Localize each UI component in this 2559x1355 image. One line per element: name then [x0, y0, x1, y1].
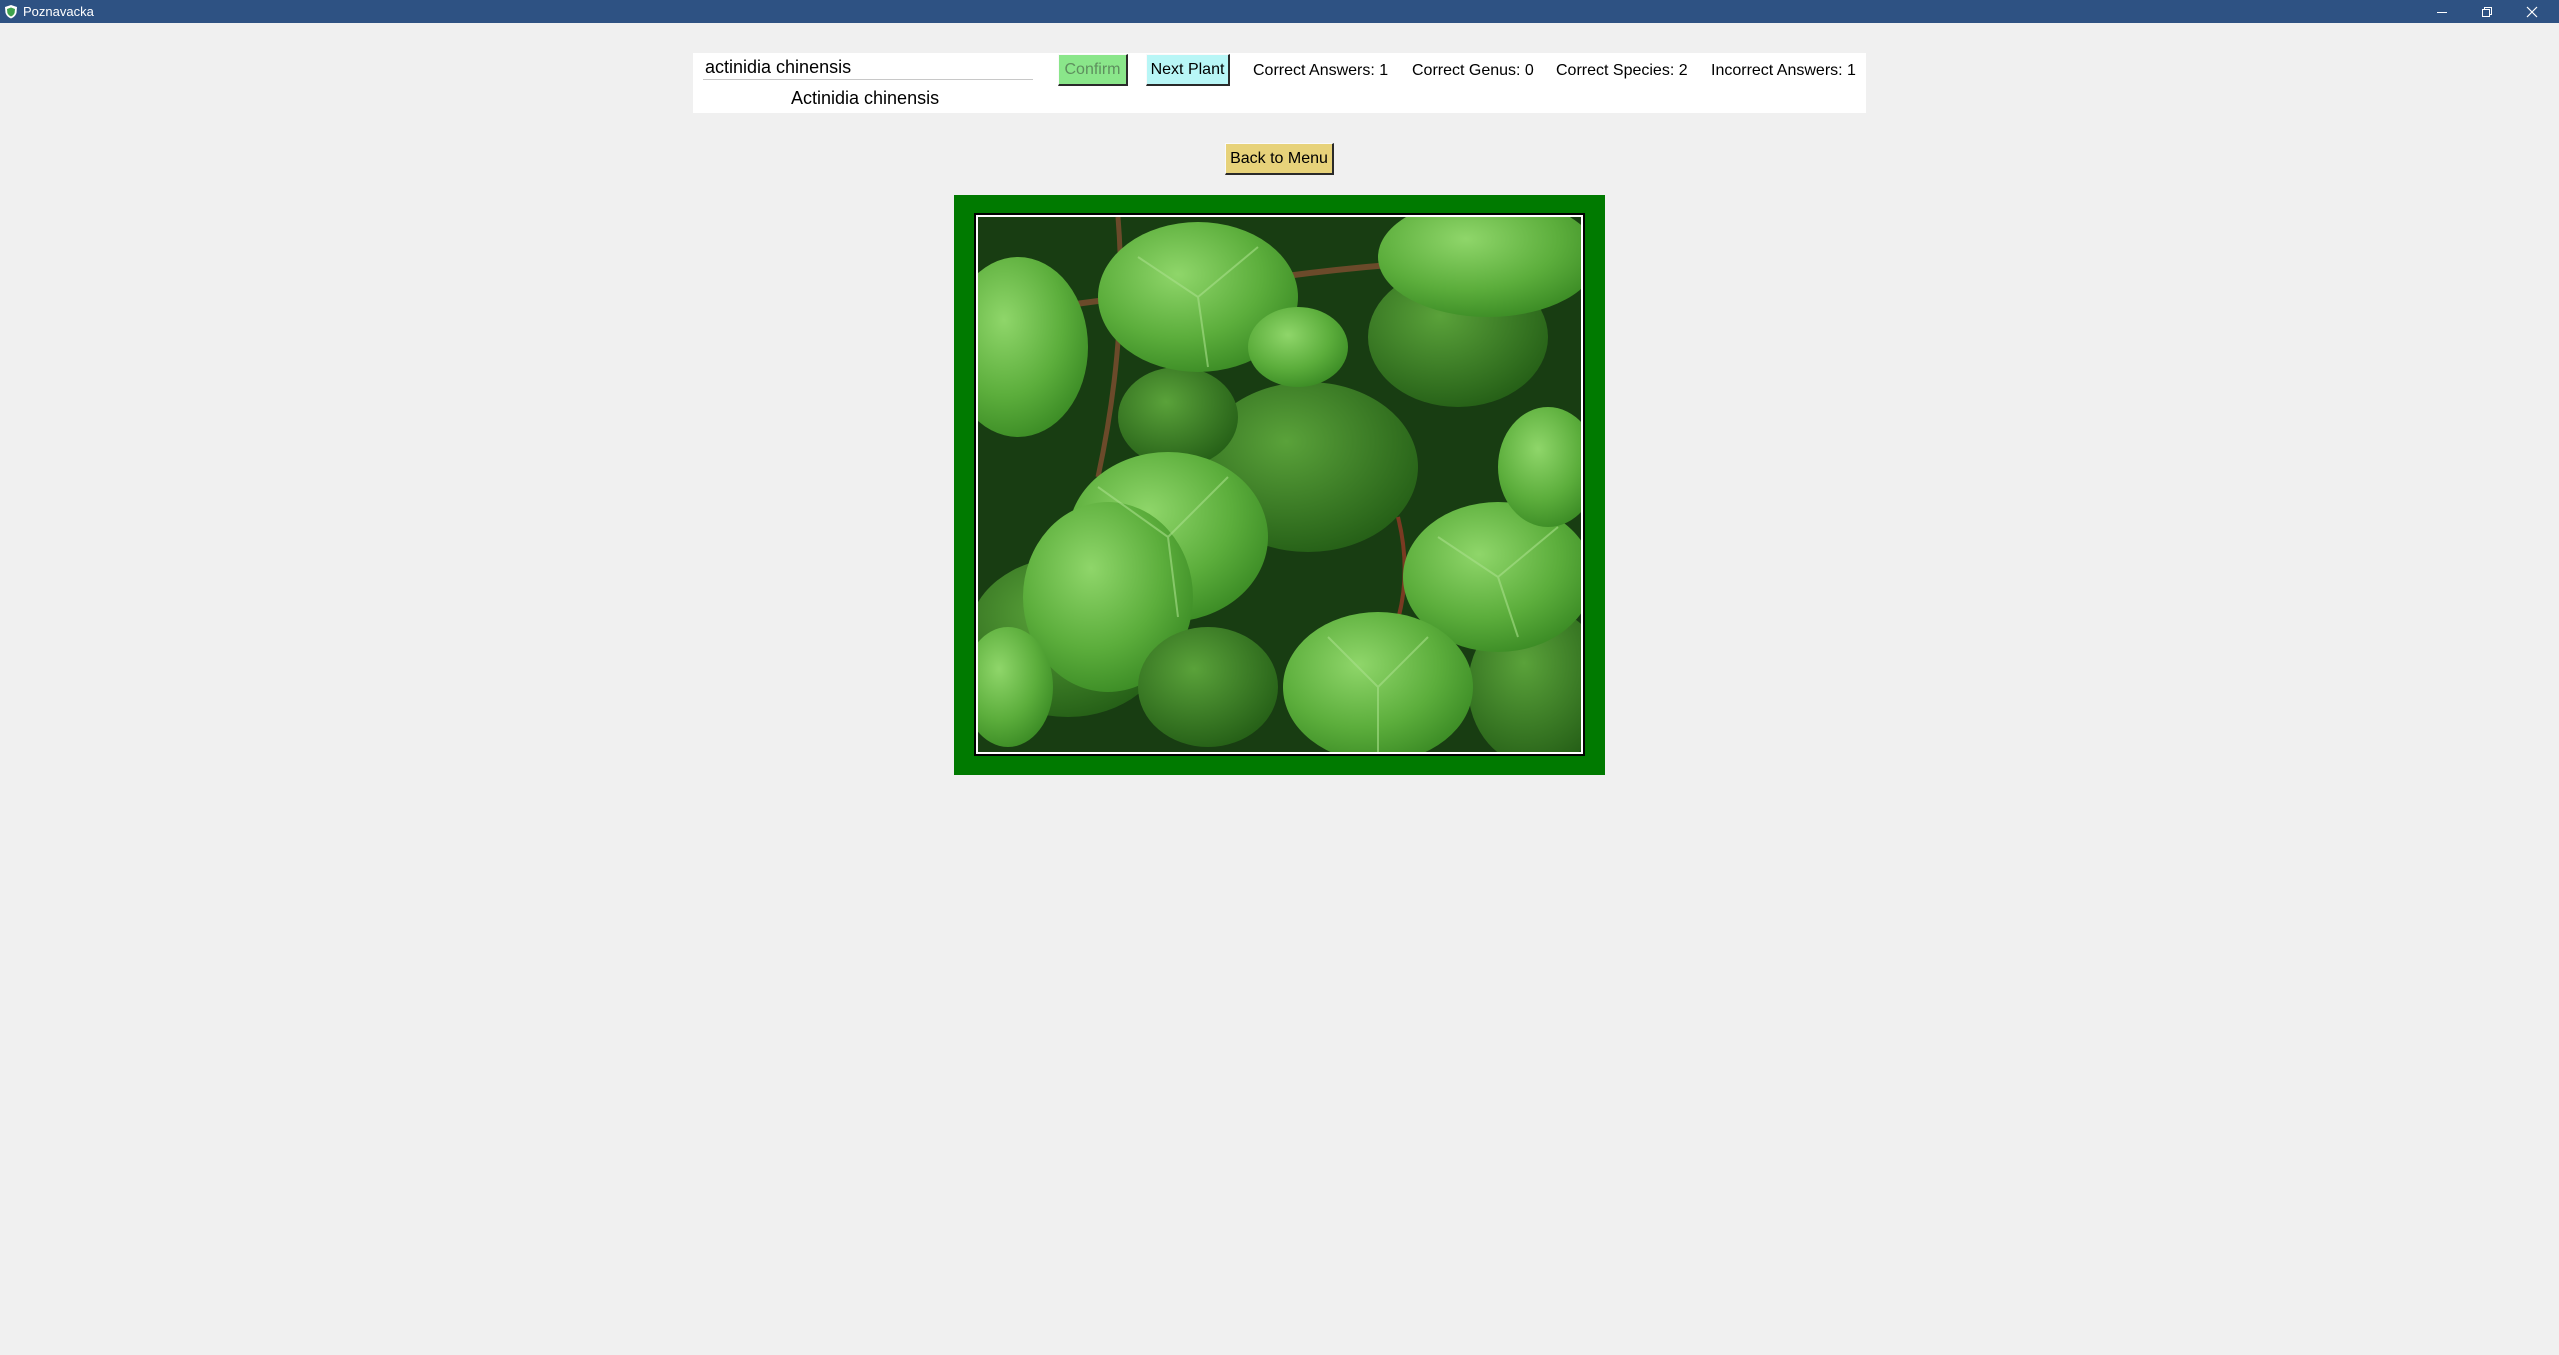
correct-species-stat: Correct Species: 2 [1556, 62, 1688, 79]
correct-answers-stat: Correct Answers: 1 [1253, 62, 1389, 79]
title-bar: Poznavacka [0, 0, 2559, 23]
restore-icon [2482, 6, 2492, 17]
close-button[interactable] [2510, 0, 2554, 23]
close-icon [2526, 6, 2538, 17]
restore-button[interactable] [2465, 0, 2509, 23]
autocomplete-suggestion[interactable]: Actinidia chinensis [791, 88, 939, 109]
plant-photo [974, 213, 1585, 756]
app-shield-icon [4, 4, 18, 19]
back-to-menu-button[interactable]: Back to Menu [1225, 143, 1334, 175]
minimize-button[interactable] [2420, 0, 2464, 23]
minimize-icon [2437, 11, 2447, 13]
answer-input[interactable] [703, 56, 1033, 80]
correct-genus-stat: Correct Genus: 0 [1412, 62, 1534, 79]
window-title: Poznavacka [23, 4, 94, 19]
plant-image-frame [954, 195, 1605, 775]
next-plant-button[interactable]: Next Plant [1146, 54, 1230, 86]
answer-toolbar: Actinidia chinensis Confirm Next Plant C… [693, 53, 1866, 113]
confirm-button[interactable]: Confirm [1058, 54, 1128, 86]
incorrect-answers-stat: Incorrect Answers: 1 [1711, 62, 1856, 79]
